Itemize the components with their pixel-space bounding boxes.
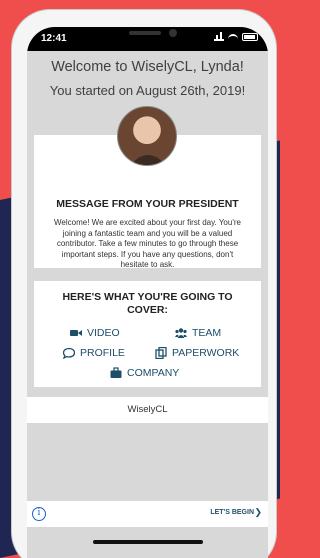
video-link[interactable]: VIDEO bbox=[70, 327, 120, 339]
phone-notch bbox=[93, 27, 203, 47]
profile-link[interactable]: PROFILE bbox=[63, 347, 125, 359]
team-icon bbox=[175, 328, 187, 338]
company-label: COMPANY bbox=[127, 367, 180, 379]
message-heading: MESSAGE FROM YOUR PRESIDENT bbox=[56, 198, 239, 210]
signal-icon bbox=[214, 32, 224, 41]
status-bar: 12:41 bbox=[27, 27, 268, 51]
cover-card: HERE'S WHAT YOU'RE GOING TO COVER: VIDEO… bbox=[34, 281, 261, 387]
speaker-grille bbox=[129, 31, 161, 35]
brand-footer: WiselyCL bbox=[27, 397, 268, 423]
battery-icon bbox=[242, 33, 258, 41]
paperwork-label: PAPERWORK bbox=[172, 347, 240, 359]
app-screen: 12:41 Welcome to WiselyCL, Lynda! You st… bbox=[27, 27, 268, 558]
cover-heading: HERE'S WHAT YOU'RE GOING TO COVER: bbox=[62, 291, 233, 316]
welcome-title: Welcome to WiselyCL, Lynda! bbox=[51, 59, 244, 75]
video-camera-icon bbox=[70, 330, 82, 336]
briefcase-icon bbox=[110, 367, 122, 378]
president-avatar bbox=[117, 106, 177, 166]
company-link[interactable]: COMPANY bbox=[110, 367, 179, 379]
documents-icon bbox=[155, 347, 167, 359]
profile-label: PROFILE bbox=[80, 347, 125, 359]
team-label: TEAM bbox=[192, 327, 222, 339]
home-indicator[interactable] bbox=[93, 540, 203, 544]
status-icons bbox=[214, 32, 258, 41]
chat-bubble-icon bbox=[63, 347, 75, 359]
paperwork-link[interactable]: PAPERWORK bbox=[155, 347, 239, 359]
front-camera bbox=[169, 29, 177, 37]
message-body: Welcome! We are excited about your first… bbox=[54, 218, 241, 269]
video-label: VIDEO bbox=[87, 327, 120, 339]
info-icon[interactable]: i bbox=[32, 507, 46, 521]
chevron-right-icon[interactable]: ❯ bbox=[254, 507, 262, 518]
status-time: 12:41 bbox=[41, 33, 67, 44]
start-date-text: You started on August 26th, 2019! bbox=[49, 83, 246, 98]
wifi-icon bbox=[228, 33, 238, 41]
lets-begin-button[interactable]: LET'S BEGIN bbox=[210, 509, 254, 516]
team-link[interactable]: TEAM bbox=[175, 327, 221, 339]
bottom-action-bar: i LET'S BEGIN ❯ bbox=[27, 501, 268, 527]
